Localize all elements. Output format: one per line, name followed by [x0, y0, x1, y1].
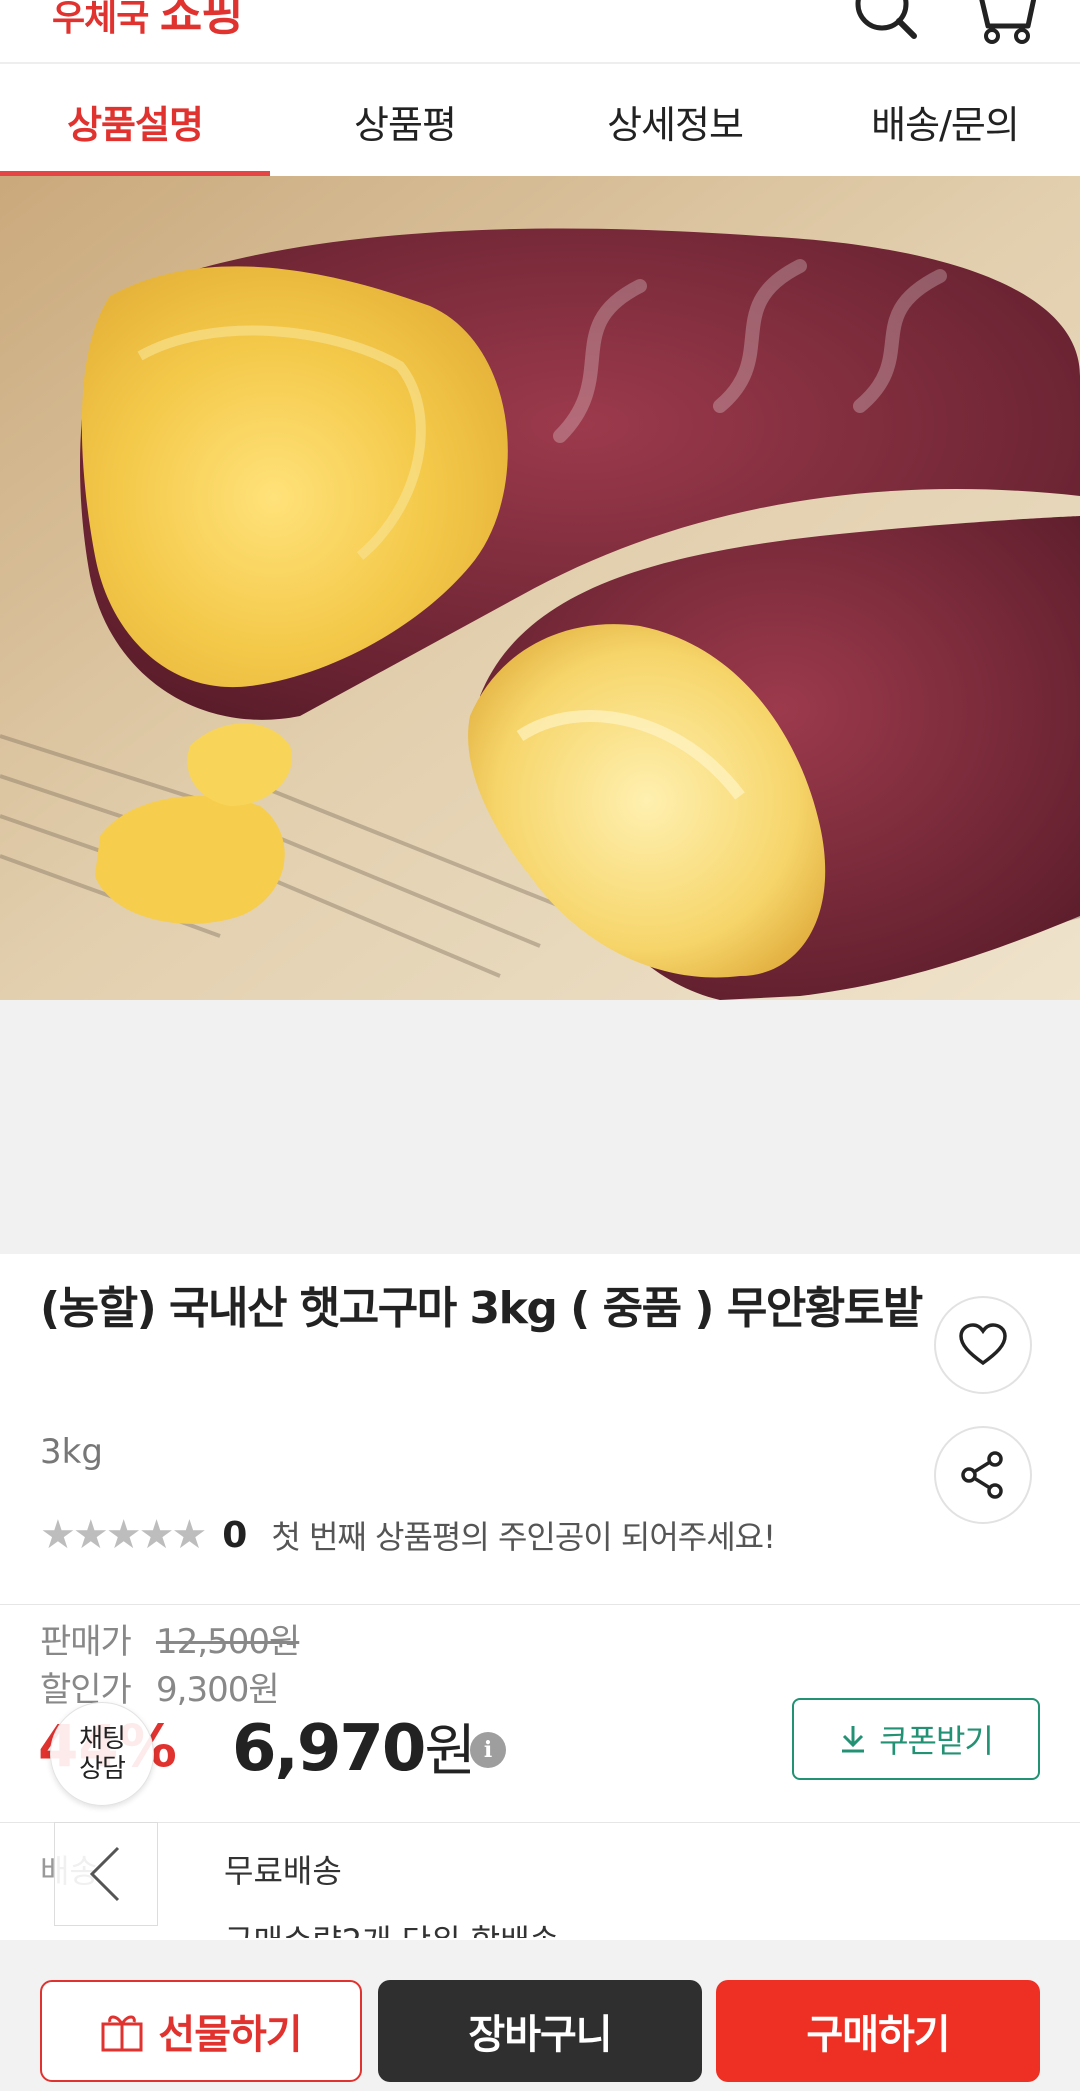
rating-row[interactable]: ★★★★★ 0 첫 번째 상품평의 주인공이 되어주세요! — [40, 1512, 776, 1558]
tab-details[interactable]: 상세정보 — [540, 66, 810, 176]
product-title: (농할) 국내산 햇고구마 3kg ( 중품 ) 무안황토밭 — [40, 1283, 923, 1334]
discount-price-row: 할인가 9,300원 — [40, 1662, 280, 1711]
review-prompt: 첫 번째 상품평의 주인공이 되어주세요! — [271, 1518, 776, 1556]
gift-icon — [101, 2015, 143, 2052]
favorite-button[interactable] — [934, 1296, 1032, 1394]
chat-label-line1: 채팅 — [79, 1724, 126, 1754]
app-header: 우체국 쇼핑 — [0, 0, 1080, 64]
buy-now-button[interactable]: 구매하기 — [716, 1980, 1040, 2082]
download-icon — [842, 1726, 865, 1753]
logo-text-big: 쇼핑 — [159, 0, 244, 41]
post-shopping-logo[interactable]: 우체국 쇼핑 — [52, 0, 244, 44]
tab-description[interactable]: 상품설명 — [0, 66, 270, 177]
list-price-label: 판매가 — [40, 1622, 132, 1662]
review-count: 0 — [222, 1514, 248, 1556]
divider — [0, 1604, 1080, 1605]
divider — [0, 1822, 1080, 1823]
chevron-left-icon — [89, 1846, 120, 1902]
list-price: 12,500원 — [156, 1622, 300, 1662]
bottom-action-bar: 선물하기 장바구니 구매하기 — [0, 1940, 1080, 2091]
back-button[interactable] — [54, 1822, 158, 1926]
discount-price: 9,300원 — [156, 1670, 280, 1710]
add-to-cart-button[interactable]: 장바구니 — [378, 1980, 702, 2082]
final-price-unit: 원 — [424, 1719, 476, 1784]
star-rating: ★★★★★ — [40, 1512, 207, 1558]
price-info-icon[interactable]: i — [470, 1732, 506, 1768]
chat-consult-button[interactable]: 채팅 상담 — [50, 1702, 154, 1806]
image-gallery-gap — [0, 1000, 1080, 1254]
share-button[interactable] — [934, 1426, 1032, 1524]
product-image[interactable] — [0, 176, 1080, 1000]
logo-text-small: 우체국 — [52, 0, 149, 39]
product-tabs: 상품설명 상품평 상세정보 배송/문의 — [0, 66, 1080, 177]
list-price-row: 판매가 12,500원 — [40, 1614, 300, 1663]
heart-icon — [959, 1323, 1007, 1366]
gift-label: 선물하기 — [158, 2012, 302, 2058]
sweet-potato-photo — [0, 176, 1080, 1000]
tab-shipping-inquiry[interactable]: 배송/문의 — [810, 66, 1080, 176]
final-price: 6,970원 — [232, 1706, 476, 1787]
shipping-sub: 구매수량2개 단위 합배송 — [224, 1916, 559, 1938]
share-icon — [961, 1451, 1003, 1499]
final-price-value: 6,970 — [232, 1712, 426, 1786]
search-icon[interactable] — [850, 0, 920, 50]
cart-icon[interactable] — [966, 0, 1036, 50]
coupon-button[interactable]: 쿠폰받기 — [792, 1698, 1040, 1780]
product-option: 3kg — [40, 1432, 103, 1472]
shipping-value: 무료배송 — [224, 1852, 342, 1890]
gift-button[interactable]: 선물하기 — [40, 1980, 362, 2082]
tab-reviews[interactable]: 상품평 — [270, 66, 540, 176]
coupon-label: 쿠폰받기 — [879, 1722, 994, 1760]
chat-label-line2: 상담 — [79, 1754, 126, 1784]
